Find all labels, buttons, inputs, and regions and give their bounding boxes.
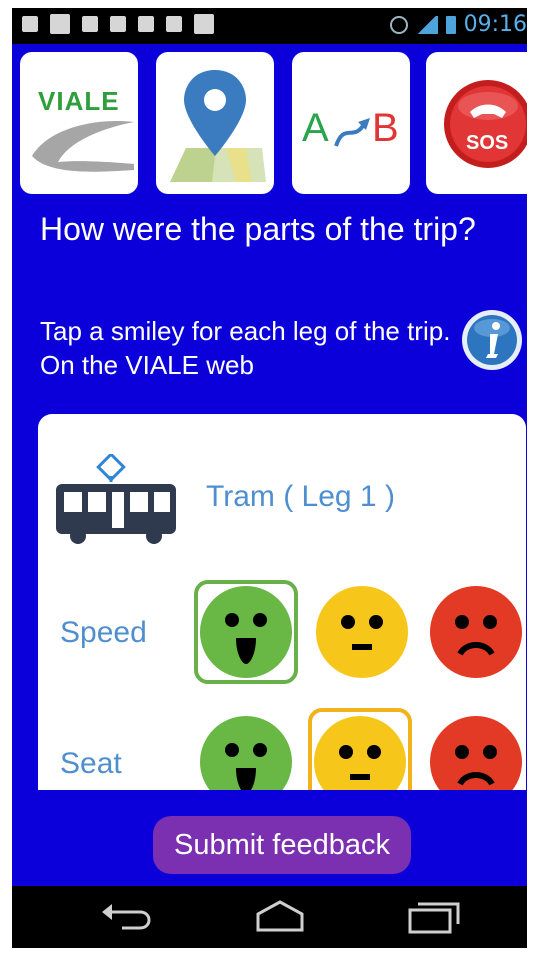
viale-swoosh-icon [32,121,134,172]
info-icon[interactable] [460,308,524,372]
status-clock: 09:16 [463,12,527,37]
recent-apps-icon[interactable] [404,898,464,936]
route-a-to-b-button[interactable]: A B [292,52,410,194]
page-title: How were the parts of the trip? [40,211,476,247]
status-bar: 09:16 [12,8,527,44]
system-indicators: 09:16 [389,12,527,37]
speed-neutral-smiley[interactable] [312,582,412,682]
seat-neutral-smiley[interactable] [310,712,410,790]
sos-icon [444,80,527,168]
back-icon[interactable] [98,898,158,936]
app-toolbar: VIALE A B SOS [20,52,527,194]
image-icon [50,14,70,34]
calendar-icon [110,16,126,32]
route-b-label: B [372,106,399,150]
sos-label: SOS [466,132,509,154]
rating-label-seat: Seat [60,747,122,780]
battery-icon [445,15,456,34]
rating-label-speed: Speed [60,616,147,649]
seat-happy-smiley[interactable] [196,712,296,790]
speed-happy-smiley[interactable] [196,582,296,682]
phone-icon [166,16,182,32]
message-icon [82,16,98,32]
usb-icon [138,16,154,32]
seat-sad-smiley[interactable] [426,712,526,790]
speed-sad-smiley[interactable] [426,582,526,682]
tram-icon [56,454,176,544]
leg-label: Tram ( Leg 1 ) [206,480,395,513]
android-icon [194,14,214,34]
instruction-text: Tap a smiley for each leg of the trip. O… [40,316,451,380]
phone-screen: 09:16 VIALE A B SOS How were the parts o… [12,8,527,948]
map-button[interactable] [156,52,274,194]
leg-card: Tram ( Leg 1 ) Speed Seat [38,414,526,790]
viale-home-button[interactable]: VIALE [20,52,138,194]
notification-icons [22,14,214,34]
submit-feedback-button[interactable]: Submit feedback [153,816,411,874]
alarm-icon [389,15,408,34]
signal-icon [415,15,438,34]
map-pin-icon [170,70,266,182]
feedback-screen: VIALE A B SOS How were the parts of the … [12,44,527,886]
home-icon[interactable] [250,898,310,936]
download-icon [22,16,38,32]
android-nav-bar [12,886,527,948]
sos-button[interactable]: SOS [426,52,527,194]
